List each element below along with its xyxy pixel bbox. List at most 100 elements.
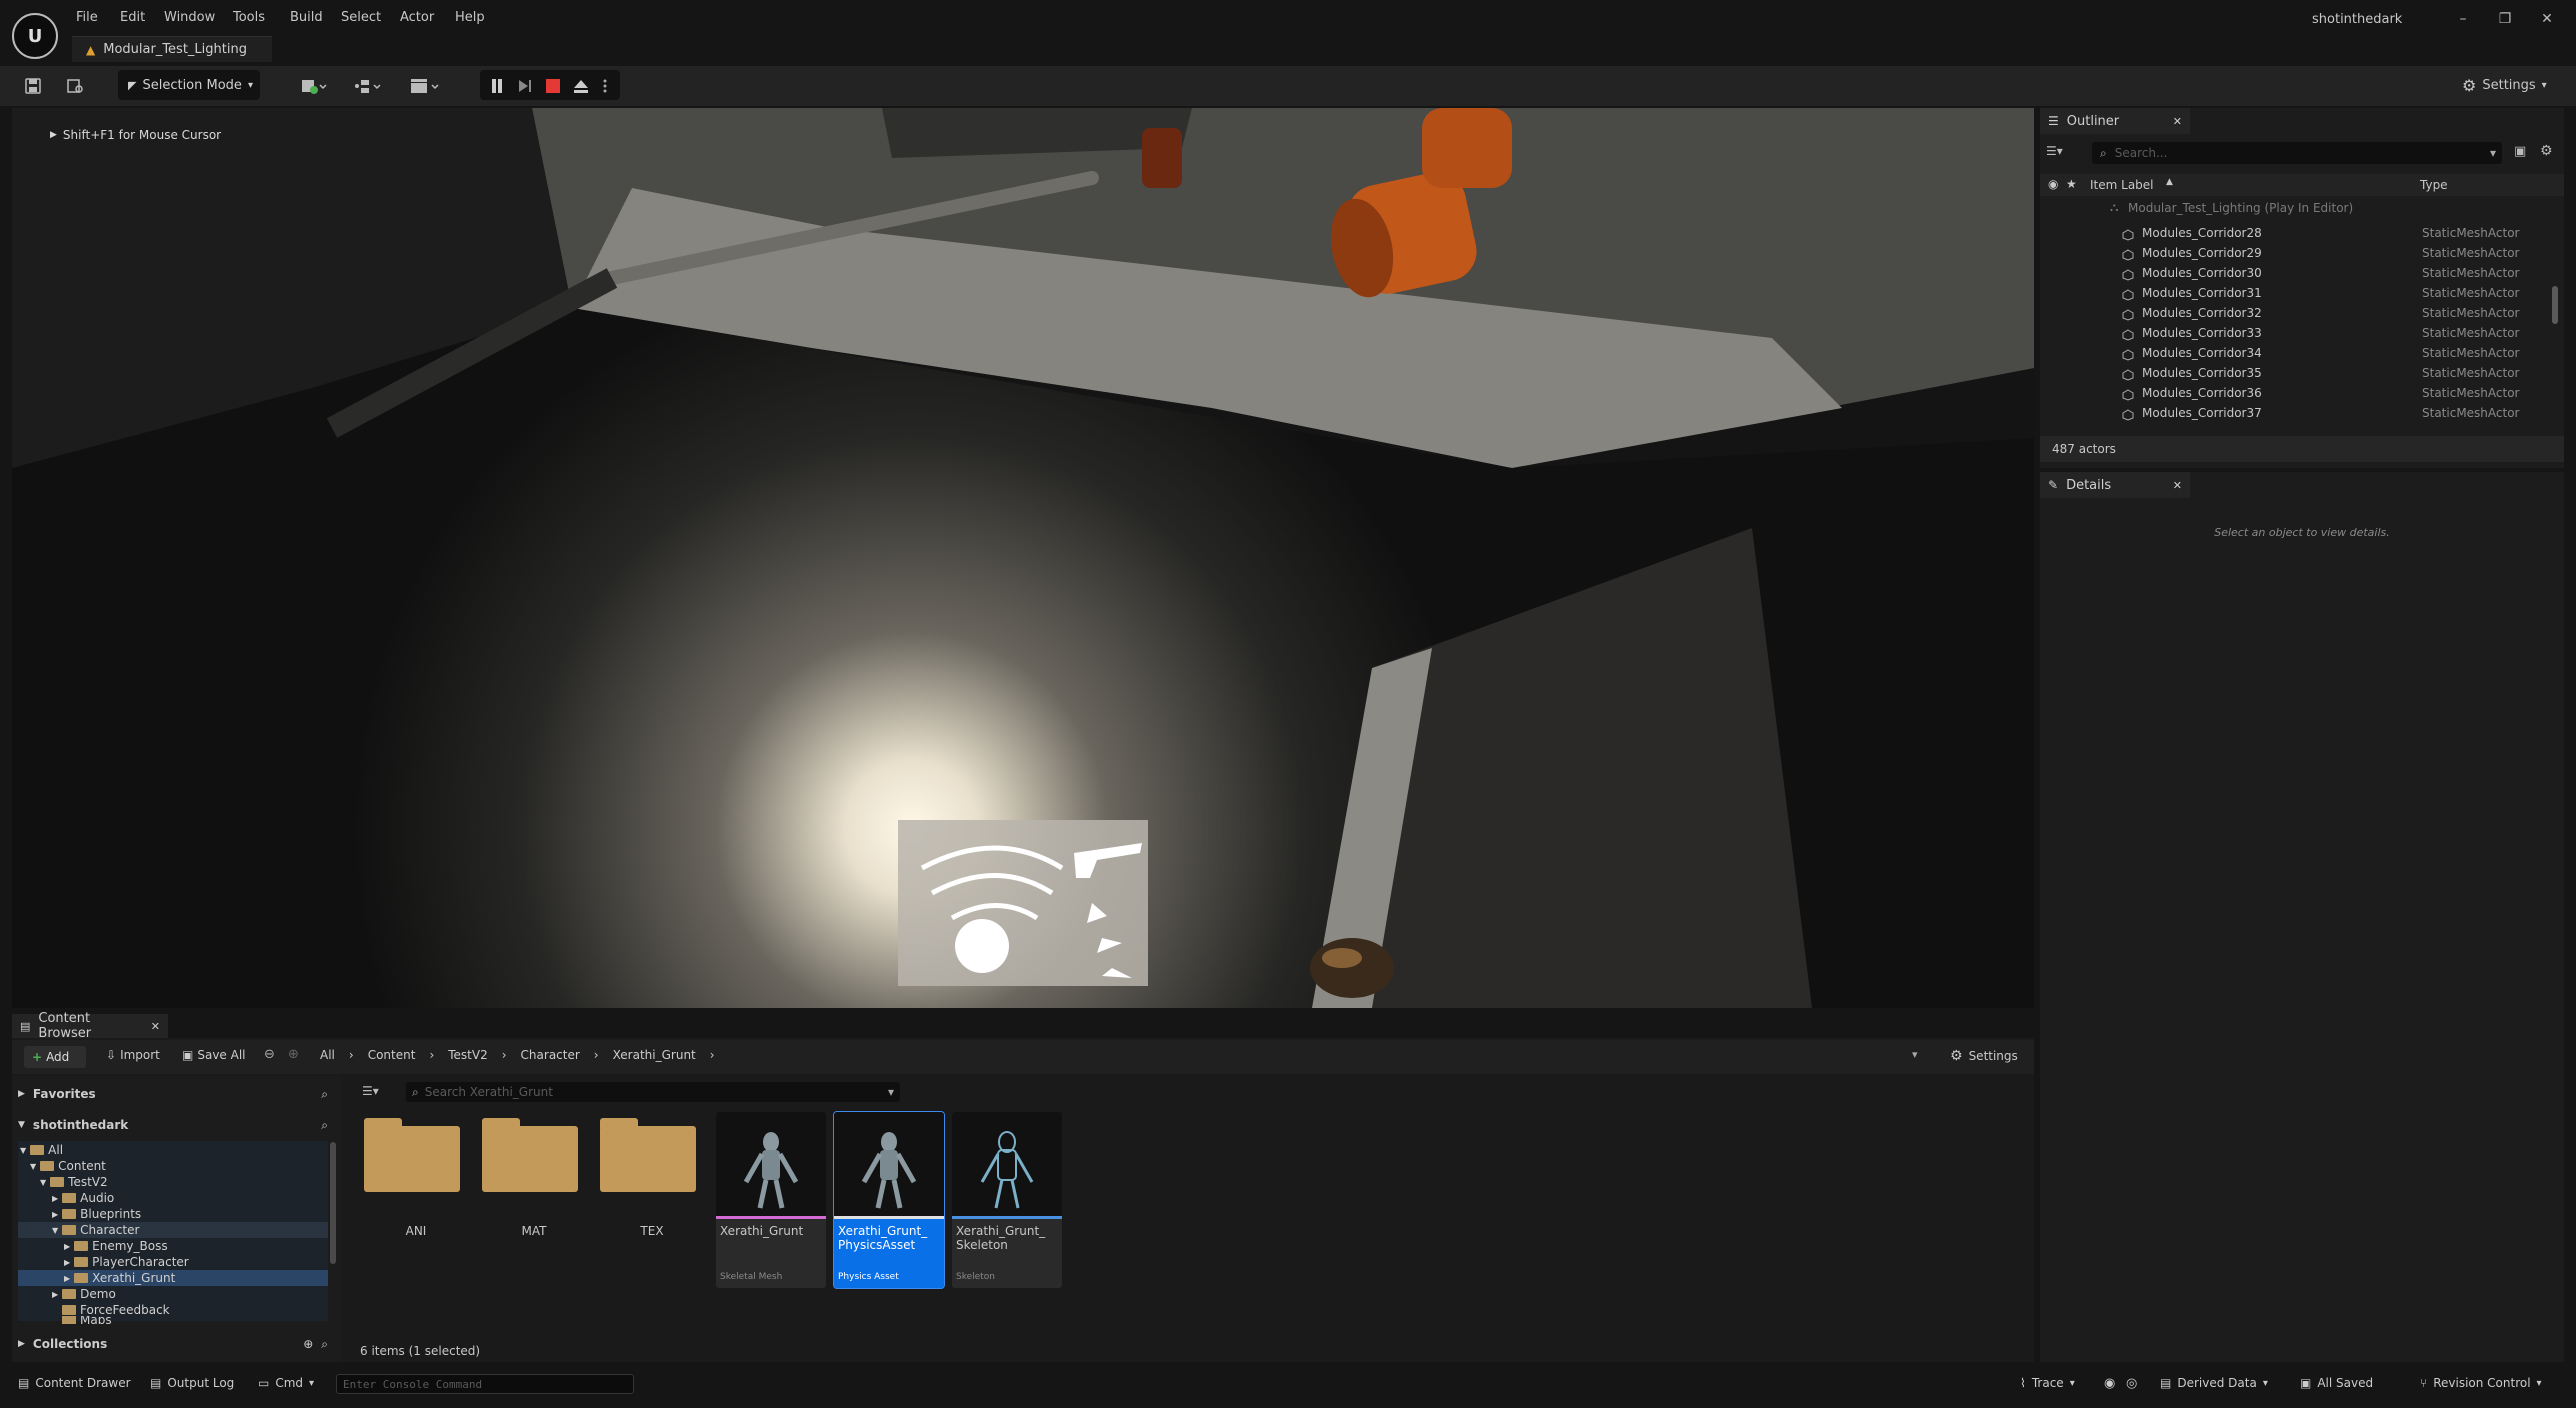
menu-edit[interactable]: Edit xyxy=(120,10,145,25)
menu-file[interactable]: File xyxy=(76,10,98,25)
tree-item-character[interactable]: ▼ Character xyxy=(18,1222,328,1238)
add-button[interactable]: + Add xyxy=(24,1046,86,1068)
breadcrumb-all[interactable]: All xyxy=(320,1048,335,1062)
restore-icon[interactable]: ❐ xyxy=(2490,6,2520,32)
menu-tools[interactable]: Tools xyxy=(233,10,265,25)
add-folder-icon[interactable]: ▣ xyxy=(2514,144,2526,159)
outliner-row[interactable]: Modules_Corridor30 StaticMeshActor xyxy=(2040,266,2550,286)
close-icon[interactable]: ✕ xyxy=(151,1020,160,1033)
all-saved-button[interactable]: ▣ All Saved xyxy=(2300,1376,2373,1390)
tree-scrollbar[interactable] xyxy=(330,1142,336,1264)
outliner-tab[interactable]: ☰ Outliner ✕ xyxy=(2040,108,2190,134)
chevron-down-icon[interactable]: ▾ xyxy=(1912,1048,1918,1061)
eject-icon[interactable] xyxy=(568,73,594,99)
search-icon[interactable]: ⌕ xyxy=(321,1118,328,1133)
gear-icon[interactable]: ⚙ xyxy=(2540,143,2553,159)
close-window-icon[interactable]: ✕ xyxy=(2532,6,2562,32)
tree-item-content[interactable]: ▼ Content xyxy=(18,1158,328,1174)
eye-icon[interactable]: ◉ xyxy=(2048,177,2058,191)
folder-tile-ani[interactable]: ANI xyxy=(360,1112,472,1288)
unreal-logo-icon[interactable]: U xyxy=(12,13,58,59)
tree-item-enemy-boss[interactable]: ▶ Enemy_Boss xyxy=(18,1238,328,1254)
close-icon[interactable]: ✕ xyxy=(2173,115,2182,128)
outliner-row[interactable]: Modules_Corridor33 StaticMeshActor xyxy=(2040,326,2550,346)
import-button[interactable]: ⇩ Import xyxy=(106,1048,160,1062)
content-drawer-button[interactable]: ▤ Content Drawer xyxy=(18,1376,131,1390)
outliner-row[interactable]: Modules_Corridor31 StaticMeshActor xyxy=(2040,286,2550,306)
outliner-search-input[interactable]: ⌕ Search... ▾ xyxy=(2092,142,2502,164)
minimize-icon[interactable]: – xyxy=(2448,6,2478,32)
content-search-input[interactable]: ⌕ Search Xerathi_Grunt ▾ xyxy=(406,1082,900,1102)
browse-icon[interactable] xyxy=(62,73,88,99)
star-icon[interactable]: ★ xyxy=(2066,177,2077,191)
pause-icon[interactable] xyxy=(484,73,510,99)
outliner-row[interactable]: Modules_Corridor32 StaticMeshActor xyxy=(2040,306,2550,326)
console-command-input[interactable]: Enter Console Command xyxy=(336,1374,634,1394)
breadcrumb-character[interactable]: Character xyxy=(521,1048,580,1062)
breadcrumb-testv2[interactable]: TestV2 xyxy=(448,1048,487,1062)
item-label-column[interactable]: Item Label xyxy=(2090,178,2154,192)
history-back-icon[interactable]: ⊖ xyxy=(264,1047,275,1062)
type-column[interactable]: Type xyxy=(2420,178,2448,192)
save-all-button[interactable]: ▣ Save All xyxy=(182,1048,246,1062)
add-collection-icon[interactable]: ⊕ xyxy=(303,1337,313,1351)
history-forward-icon[interactable]: ⊕ xyxy=(288,1047,299,1062)
outliner-row[interactable]: Modules_Corridor34 StaticMeshActor xyxy=(2040,346,2550,366)
tree-item-blueprints[interactable]: ▶ Blueprints xyxy=(18,1206,328,1222)
selection-mode-dropdown[interactable]: ◤ Selection Mode ▾ xyxy=(118,70,260,100)
search-icon[interactable]: ⌕ xyxy=(321,1087,328,1102)
details-tab[interactable]: ✎ Details ✕ xyxy=(2040,472,2190,498)
asset-tile-skeleton[interactable]: Xerathi_Grunt_ Skeleton Skeleton xyxy=(952,1112,1064,1288)
close-icon[interactable]: ✕ xyxy=(2173,479,2182,492)
menu-window[interactable]: Window xyxy=(164,10,215,25)
tree-item-audio[interactable]: ▶ Audio xyxy=(18,1190,328,1206)
folder-tile-mat[interactable]: MAT xyxy=(478,1112,590,1288)
outliner-row[interactable]: Modules_Corridor36 StaticMeshActor xyxy=(2040,386,2550,406)
level-document-tab[interactable]: ▲ Modular_Test_Lighting xyxy=(72,36,272,62)
outliner-scrollbar[interactable] xyxy=(2552,286,2558,324)
menu-build[interactable]: Build xyxy=(290,10,323,25)
menu-select[interactable]: Select xyxy=(341,10,381,25)
camera-icon[interactable]: ◎ xyxy=(2126,1376,2137,1391)
tree-item-testv2[interactable]: ▼ TestV2 xyxy=(18,1174,328,1190)
asset-tile-physics-asset[interactable]: Xerathi_Grunt_ PhysicsAsset Physics Asse… xyxy=(833,1111,946,1289)
more-options-icon[interactable] xyxy=(596,73,614,99)
breadcrumb-content[interactable]: Content xyxy=(368,1048,416,1062)
outliner-row[interactable]: Modules_Corridor37 StaticMeshActor xyxy=(2040,406,2550,426)
project-header[interactable]: ▼ shotinthedark ⌕ xyxy=(18,1115,336,1135)
outliner-row[interactable]: Modules_Corridor28 StaticMeshActor xyxy=(2040,226,2550,246)
trace-dropdown[interactable]: ⌇ Trace ▾ xyxy=(2020,1376,2075,1390)
menu-help[interactable]: Help xyxy=(455,10,485,25)
step-icon[interactable] xyxy=(512,73,538,99)
output-log-button[interactable]: ▤ Output Log xyxy=(150,1376,234,1390)
menu-actor[interactable]: Actor xyxy=(400,10,434,25)
tree-item-maps[interactable]: Maps xyxy=(18,1316,328,1324)
collections-header[interactable]: ▶ Collections ⊕ ⌕ xyxy=(18,1334,336,1354)
outliner-level-row[interactable]: ⛬ Modular_Test_Lighting (Play In Editor) xyxy=(2040,198,2550,218)
blueprint-icon[interactable] xyxy=(350,73,386,99)
outliner-row[interactable]: Modules_Corridor35 StaticMeshActor xyxy=(2040,366,2550,386)
filter-icon[interactable]: ☰▾ xyxy=(362,1084,379,1098)
search-icon[interactable]: ⌕ xyxy=(321,1337,328,1352)
cmd-dropdown[interactable]: ▭ Cmd ▾ xyxy=(258,1376,314,1390)
revision-control-dropdown[interactable]: ⑂ Revision Control ▾ xyxy=(2420,1376,2542,1390)
filter-icon[interactable]: ☰▾ xyxy=(2046,144,2063,158)
asset-tile-skeletal-mesh[interactable]: Xerathi_Grunt Skeletal Mesh xyxy=(716,1112,828,1288)
add-actor-icon[interactable] xyxy=(296,73,332,99)
tree-item-demo[interactable]: ▶ Demo xyxy=(18,1286,328,1302)
record-icon[interactable]: ◉ xyxy=(2104,1376,2115,1391)
settings-button[interactable]: ⚙ Settings ▾ xyxy=(2462,72,2547,98)
outliner-row[interactable]: Modules_Corridor29 StaticMeshActor xyxy=(2040,246,2550,266)
cinematics-icon[interactable] xyxy=(406,73,444,99)
tree-item-all[interactable]: ▼ All xyxy=(18,1142,328,1158)
favorites-header[interactable]: ▶ Favorites ⌕ xyxy=(18,1084,336,1104)
breadcrumb-xerathi-grunt[interactable]: Xerathi_Grunt xyxy=(613,1048,696,1062)
tree-item-xerathi-grunt[interactable]: ▶ Xerathi_Grunt xyxy=(18,1270,328,1286)
level-viewport[interactable] xyxy=(12,108,2034,1008)
folder-tile-tex[interactable]: TEX xyxy=(596,1112,708,1288)
stop-icon[interactable] xyxy=(540,73,566,99)
tree-item-playercharacter[interactable]: ▶ PlayerCharacter xyxy=(18,1254,328,1270)
content-browser-tab[interactable]: ▤ Content Browser ✕ xyxy=(12,1011,168,1041)
derived-data-dropdown[interactable]: ▤ Derived Data ▾ xyxy=(2160,1376,2268,1390)
save-icon[interactable] xyxy=(20,73,46,99)
